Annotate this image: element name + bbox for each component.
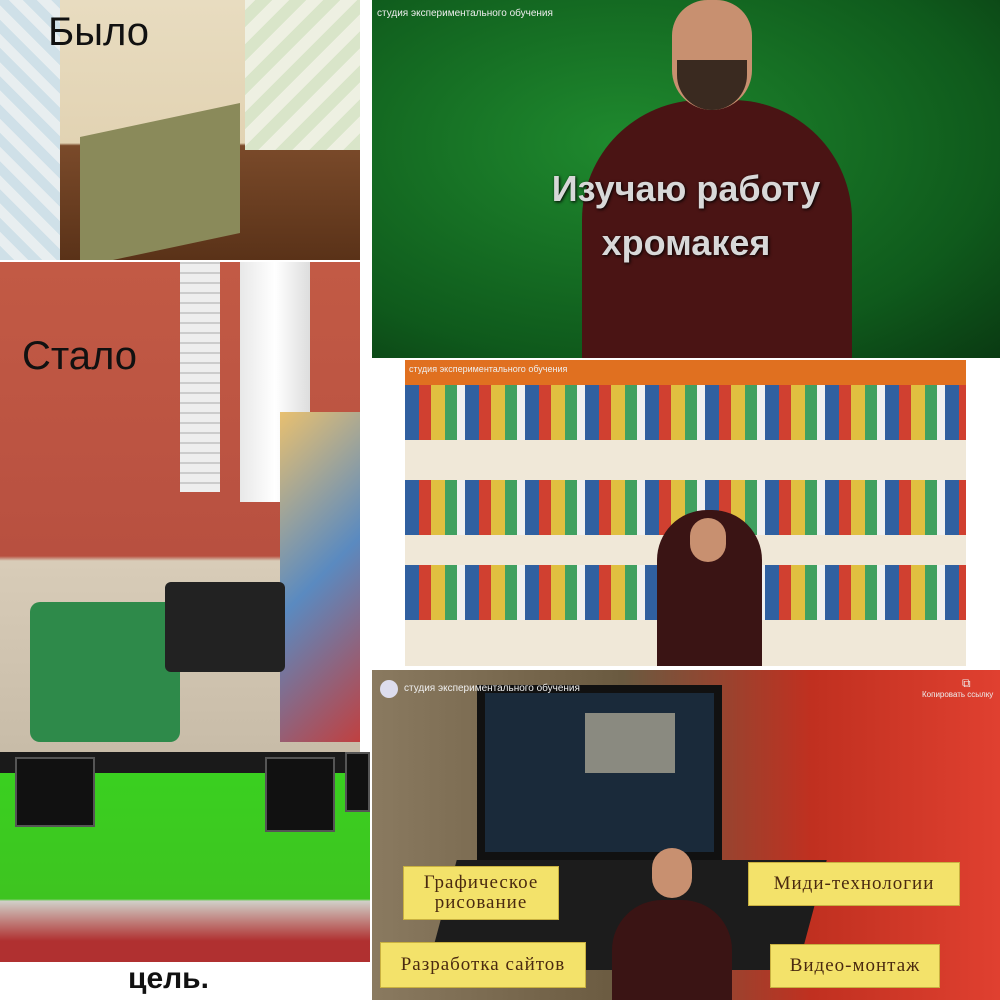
softbox	[15, 757, 95, 827]
game-shop-video[interactable]: студия экспериментального обучения	[405, 360, 966, 666]
laptop-screen	[477, 685, 722, 860]
chromakey-video[interactable]: студия экспериментального обучения Изуча…	[372, 0, 1000, 358]
tag-web-dev: Разработка сайтов	[380, 942, 586, 988]
tag-video-editing: Видео-монтаж	[770, 944, 940, 988]
brick-wall	[180, 262, 220, 492]
play-tent	[280, 412, 360, 742]
after-photo: Стало	[0, 262, 360, 752]
before-caption: Было	[48, 10, 150, 54]
shelf	[405, 385, 966, 440]
goal-studio-photo	[0, 752, 370, 962]
laptop-video[interactable]: студия экспериментального обучения ⧉ Коп…	[372, 670, 1000, 1000]
softbox	[345, 752, 370, 812]
copy-icon[interactable]: ⧉	[962, 676, 971, 691]
presenter-head	[652, 848, 692, 898]
green-cloth	[30, 602, 180, 742]
editor-preview	[585, 713, 675, 773]
channel-logo-icon	[380, 680, 398, 698]
before-photo: Было	[0, 0, 360, 260]
wallpaper	[245, 0, 360, 150]
presenter-head	[690, 518, 726, 562]
equipment-case	[165, 582, 285, 672]
wall-panel	[80, 102, 240, 260]
tag-graphic-drawing: Графическое рисование	[403, 866, 559, 920]
video-title-line2: хромакея	[601, 222, 771, 263]
tag-midi: Миди-технологии	[748, 862, 960, 906]
copy-link-button[interactable]: Копировать ссылку	[922, 690, 993, 699]
channel-name: студия экспериментального обучения	[377, 8, 553, 19]
softbox	[265, 757, 335, 832]
after-caption: Стало	[22, 334, 138, 378]
channel-name: студия экспериментального обучения	[404, 683, 580, 694]
channel-name: студия экспериментального обучения	[409, 364, 568, 374]
video-title-line1: Изучаю работу	[551, 168, 821, 209]
presenter	[612, 900, 732, 1000]
goal-caption: цель.	[128, 962, 209, 995]
